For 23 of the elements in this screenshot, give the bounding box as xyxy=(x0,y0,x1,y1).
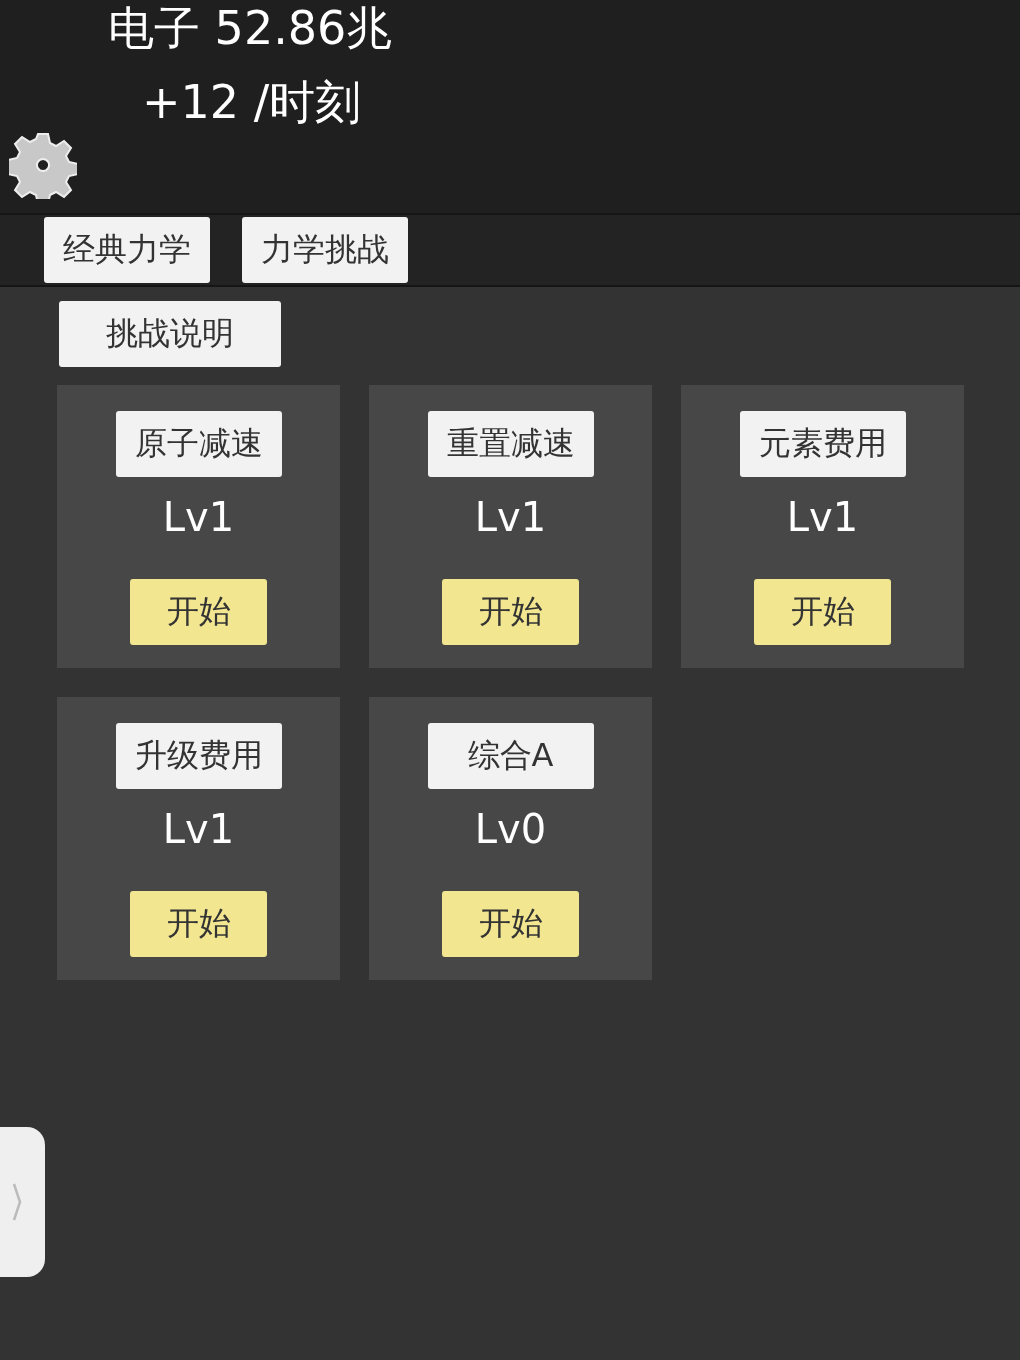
challenge-level: Lv1 xyxy=(162,493,235,542)
start-button[interactable]: 开始 xyxy=(442,891,579,957)
challenge-info-button[interactable]: 挑战说明 xyxy=(59,301,281,367)
challenge-level: Lv1 xyxy=(474,493,547,542)
tab[interactable]: 力学挑战 xyxy=(242,217,408,283)
challenge-level: Lv0 xyxy=(474,805,547,854)
resource-counter: 电子 52.86兆 xyxy=(108,0,393,56)
side-drawer-handle[interactable] xyxy=(0,1127,45,1277)
income-rate: +12 /时刻 xyxy=(142,74,362,130)
start-button[interactable]: 开始 xyxy=(754,579,891,645)
challenge-name-button[interactable]: 元素费用 xyxy=(739,411,906,477)
settings-icon[interactable] xyxy=(9,131,77,199)
challenge-level: Lv1 xyxy=(162,805,235,854)
challenge-level: Lv1 xyxy=(786,493,859,542)
start-button[interactable]: 开始 xyxy=(442,579,579,645)
tab[interactable]: 经典力学 xyxy=(44,217,210,283)
start-button[interactable]: 开始 xyxy=(130,891,267,957)
chevron-right-icon xyxy=(11,1182,22,1222)
challenge-name-button[interactable]: 综合A xyxy=(427,723,594,789)
start-button[interactable]: 开始 xyxy=(130,579,267,645)
challenge-name-button[interactable]: 原子减速 xyxy=(115,411,282,477)
challenge-name-button[interactable]: 重置减速 xyxy=(427,411,594,477)
challenge-name-button[interactable]: 升级费用 xyxy=(115,723,282,789)
